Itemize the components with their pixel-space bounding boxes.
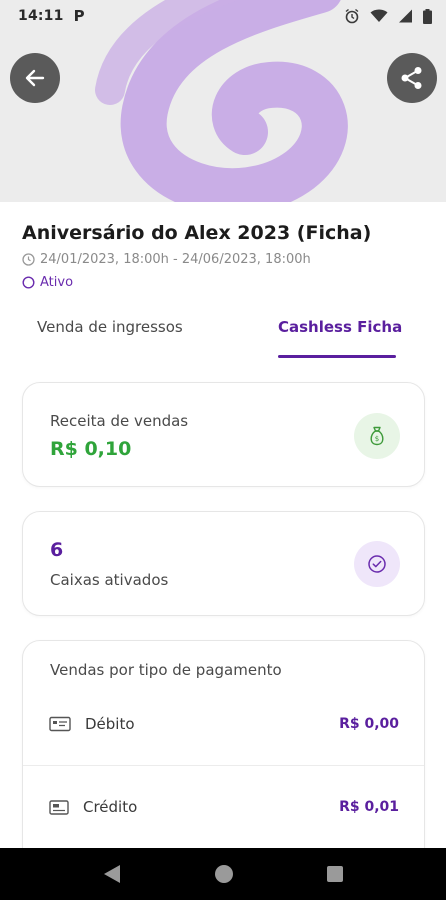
tab-cashless-ficha[interactable]: Cashless Ficha	[278, 318, 402, 336]
event-status-text: Ativo	[40, 275, 74, 290]
event-status: Ativo	[22, 275, 73, 290]
share-button[interactable]	[387, 53, 437, 103]
check-circle-icon	[368, 555, 386, 573]
back-button[interactable]	[10, 53, 60, 103]
nav-recents-icon[interactable]	[326, 865, 344, 883]
clock-icon	[22, 253, 35, 266]
revenue-icon-badge: $	[354, 413, 400, 459]
revenue-value: R$ 0,10	[50, 438, 132, 460]
nav-back-icon[interactable]	[102, 863, 122, 885]
money-bag-icon: $	[370, 426, 384, 446]
status-bar: 14:11 P	[0, 0, 446, 32]
payment-amount-credito: R$ 0,01	[339, 799, 399, 815]
payment-divider	[23, 765, 424, 766]
app-notification-icon: P	[73, 7, 85, 25]
svg-text:$: $	[375, 435, 379, 443]
alarm-icon	[345, 8, 359, 24]
signal-icon	[399, 9, 412, 23]
tab-venda-de-ingressos[interactable]: Venda de ingressos	[37, 318, 183, 336]
credit-card-icon	[49, 799, 69, 815]
revenue-card: Receita de vendas R$ 0,10 $	[22, 382, 425, 487]
event-dates: 24/01/2023, 18:00h - 24/06/2023, 18:00h	[22, 252, 311, 267]
payment-row-credito: Crédito R$ 0,01	[23, 787, 424, 827]
caixas-icon-badge	[354, 541, 400, 587]
arrow-left-icon	[25, 69, 45, 87]
caixas-card: 6 Caixas ativados	[22, 511, 425, 616]
share-icon	[401, 67, 422, 89]
payments-card: Vendas por tipo de pagamento Débito R$ 0…	[22, 640, 425, 870]
payments-title: Vendas por tipo de pagamento	[50, 661, 282, 679]
payment-name-debito: Débito	[85, 715, 135, 733]
wifi-icon	[370, 9, 388, 22]
status-circle-icon	[22, 276, 35, 289]
event-dates-text: 24/01/2023, 18:00h - 24/06/2023, 18:00h	[40, 252, 311, 267]
event-title: Aniversário do Alex 2023 (Ficha)	[22, 222, 372, 244]
payment-name-credito: Crédito	[83, 798, 138, 816]
battery-icon	[423, 8, 432, 24]
debit-card-icon	[49, 716, 71, 732]
caixas-count: 6	[50, 539, 64, 561]
payment-row-debito: Débito R$ 0,00	[23, 704, 424, 744]
system-nav-bar	[0, 848, 446, 900]
revenue-label: Receita de vendas	[50, 412, 189, 430]
payment-amount-debito: R$ 0,00	[339, 716, 399, 732]
status-icons	[344, 8, 432, 24]
status-time: 14:11	[18, 8, 64, 24]
nav-home-icon[interactable]	[214, 864, 234, 884]
tab-bar: Venda de ingressos Cashless Ficha	[0, 300, 446, 360]
active-tab-indicator	[278, 355, 396, 358]
caixas-label: Caixas ativados	[50, 571, 169, 589]
